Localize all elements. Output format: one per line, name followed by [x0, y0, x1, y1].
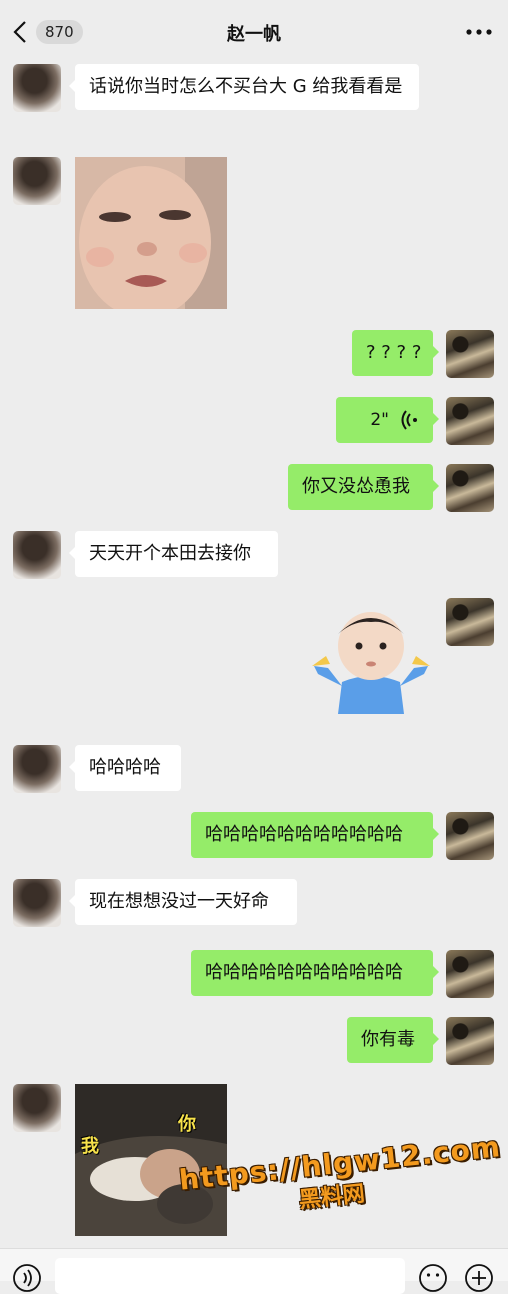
- my-avatar[interactable]: [446, 598, 494, 646]
- my-avatar[interactable]: [446, 1017, 494, 1065]
- contact-avatar[interactable]: [13, 64, 61, 112]
- message-bubble-received[interactable]: 话说你当时怎么不买台大 G 给我看看是: [69, 64, 419, 110]
- more-icon[interactable]: [464, 20, 494, 44]
- message-bubble-received[interactable]: 天天开个本田去接你: [69, 531, 278, 577]
- message-bubble-sent[interactable]: 哈哈哈哈哈哈哈哈哈哈哈: [191, 812, 439, 858]
- sticker-baby-shrug[interactable]: [308, 604, 434, 716]
- baby-face-sticker-image: [75, 157, 227, 309]
- input-bar: [0, 1248, 508, 1294]
- message-bubble-sent[interactable]: 你有毒: [347, 1017, 439, 1063]
- voice-duration: 2": [370, 410, 389, 430]
- voice-wave-icon: [401, 410, 417, 430]
- my-avatar[interactable]: [446, 950, 494, 998]
- meme-label-wo: 我: [81, 1136, 99, 1157]
- my-avatar[interactable]: [446, 330, 494, 378]
- contact-avatar[interactable]: [13, 531, 61, 579]
- message-bubble-received[interactable]: 现在想想没过一天好命: [69, 879, 297, 925]
- baby-shrug-sticker-image: [312, 612, 430, 714]
- chat-title: 赵一帆: [227, 24, 281, 45]
- message-bubble-sent[interactable]: ? ? ? ?: [352, 330, 439, 376]
- my-avatar[interactable]: [446, 464, 494, 512]
- voice-input-icon[interactable]: [12, 1263, 42, 1293]
- contact-avatar[interactable]: [13, 157, 61, 205]
- sticker-baby-face[interactable]: [75, 157, 227, 309]
- voice-message-bubble[interactable]: 2": [336, 397, 439, 443]
- emoji-icon[interactable]: [418, 1263, 448, 1293]
- contact-avatar[interactable]: [13, 745, 61, 793]
- my-avatar[interactable]: [446, 812, 494, 860]
- message-input[interactable]: [55, 1258, 405, 1294]
- contact-avatar[interactable]: [13, 879, 61, 927]
- meme-label-ni: 你: [178, 1114, 196, 1135]
- plus-icon[interactable]: [464, 1263, 494, 1293]
- message-bubble-received[interactable]: 哈哈哈哈: [69, 745, 181, 791]
- message-bubble-sent[interactable]: 哈哈哈哈哈哈哈哈哈哈哈: [191, 950, 439, 996]
- my-avatar[interactable]: [446, 397, 494, 445]
- chat-header: 870 赵一帆: [0, 0, 508, 62]
- message-bubble-sent[interactable]: 你又没怂恿我: [288, 464, 439, 510]
- contact-avatar[interactable]: [13, 1084, 61, 1132]
